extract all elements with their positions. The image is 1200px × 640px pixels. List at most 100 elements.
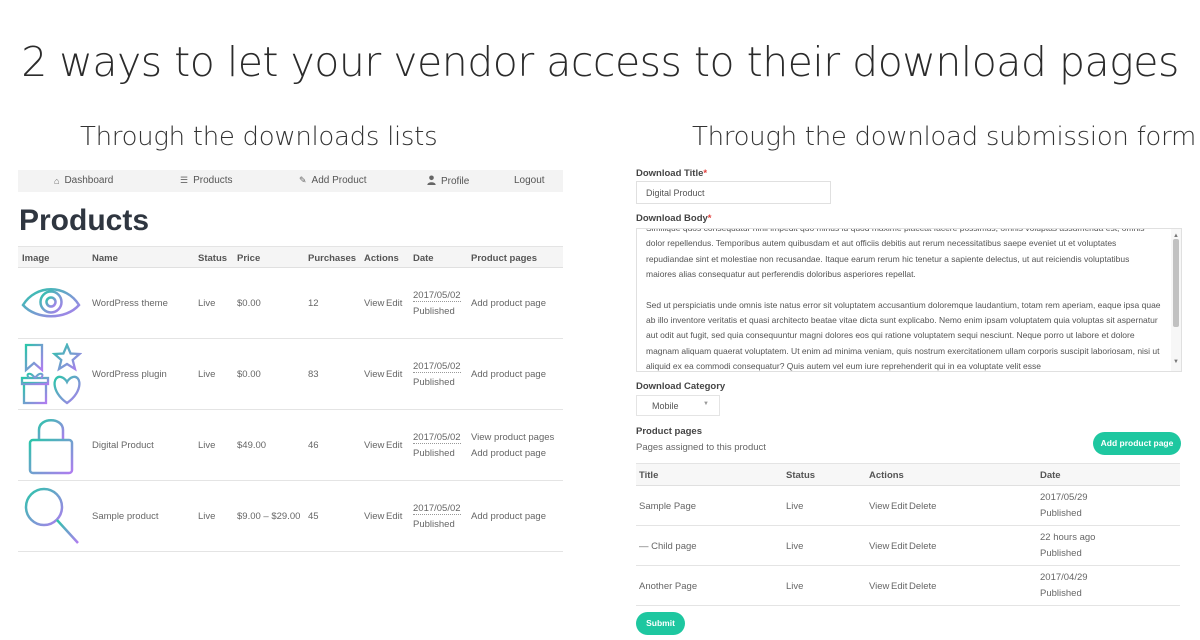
body-paragraph: Similique quos consequatur nihil impedit… (646, 228, 1145, 280)
product-purchases: 12 (308, 298, 319, 309)
download-title-input[interactable]: Digital Product (636, 181, 831, 204)
page-date: 22 hours ago (1040, 532, 1096, 543)
page-date: 2017/04/29 (1040, 572, 1088, 583)
product-price: $0.00 (237, 369, 261, 380)
product-pages-table: Title Status Actions Date Sample Page Li… (636, 463, 1180, 606)
body-text: Similique quos consequatur nihil impedit… (646, 228, 1161, 371)
submit-button[interactable]: Submit (636, 612, 685, 635)
nav-dashboard[interactable]: ⌂ Dashboard (54, 175, 113, 186)
nav-logout[interactable]: Logout (514, 175, 545, 186)
view-product-pages-link[interactable]: View product pages (471, 432, 554, 443)
download-body-label: Download Body* (636, 213, 711, 224)
col-name: Name (92, 253, 118, 264)
product-pages-label: Product pages (636, 426, 702, 437)
view-link[interactable]: View (364, 298, 384, 309)
scroll-thumb[interactable] (1173, 239, 1179, 327)
nav-label: Logout (514, 175, 545, 186)
delete-link[interactable]: Delete (909, 501, 936, 512)
product-date: 2017/05/02 (413, 361, 461, 373)
right-subtitle: Through the download submission form (692, 122, 1196, 152)
nav-label: Products (193, 175, 233, 186)
page-headline: 2 ways to let your vendor access to thei… (21, 38, 1179, 86)
product-name: WordPress plugin (92, 369, 167, 380)
product-purchases: 45 (308, 511, 319, 522)
nav-add-product[interactable]: ✎ Add Product (299, 175, 367, 186)
edit-link[interactable]: Edit (386, 369, 402, 380)
nav-products[interactable]: ☰ Products (180, 175, 233, 186)
products-heading: Products (19, 204, 150, 237)
edit-link[interactable]: Edit (386, 440, 402, 451)
table-row: Digital Product Live $49.00 46 View Edit… (18, 410, 563, 481)
product-status: Live (198, 511, 216, 522)
list-icon: ☰ (180, 175, 189, 185)
bookmark-star-gift-heart-icon (20, 342, 83, 405)
nav-label: Add Product (311, 175, 367, 186)
product-name: Digital Product (92, 440, 154, 451)
product-price: $0.00 (237, 298, 261, 309)
product-purchases: 83 (308, 369, 319, 380)
left-subtitle: Through the downloads lists (80, 122, 438, 152)
add-product-page-link[interactable]: Add product page (471, 511, 546, 522)
download-title-label: Download Title* (636, 168, 707, 179)
col-date: Date (413, 253, 434, 264)
nav-label: Dashboard (64, 175, 114, 186)
edit-link[interactable]: Edit (891, 501, 907, 512)
lock-icon (20, 414, 82, 476)
download-category-select[interactable]: Mobile ▼ (636, 395, 720, 416)
product-date-status: Published (413, 519, 455, 530)
page-status: Live (786, 501, 804, 512)
add-product-page-link[interactable]: Add product page (471, 298, 546, 309)
download-body-textarea[interactable]: Similique quos consequatur nihil impedit… (636, 228, 1182, 372)
view-link[interactable]: View (364, 511, 384, 522)
product-name: Sample product (92, 511, 159, 522)
col-purchases: Purchases (308, 253, 357, 264)
edit-link[interactable]: Edit (891, 541, 907, 552)
view-link[interactable]: View (364, 369, 384, 380)
page-status: Live (786, 541, 804, 552)
label-text: Download Body (636, 213, 708, 224)
view-link[interactable]: View (869, 541, 889, 552)
product-status: Live (198, 440, 216, 451)
product-date: 2017/05/02 (413, 432, 461, 444)
edit-link[interactable]: Edit (386, 298, 402, 309)
page-date-status: Published (1040, 508, 1082, 519)
add-product-page-link[interactable]: Add product page (471, 369, 546, 380)
col-title: Title (639, 470, 659, 481)
pencil-icon: ✎ (299, 175, 307, 185)
textarea-scrollbar[interactable]: ▲ ▼ (1171, 229, 1181, 371)
edit-link[interactable]: Edit (891, 581, 907, 592)
table-header: Title Status Actions Date (636, 463, 1180, 486)
add-product-page-link[interactable]: Add product page (471, 448, 546, 459)
table-row: WordPress theme Live $0.00 12 View Edit … (18, 268, 563, 339)
add-product-page-button[interactable]: Add product page (1093, 432, 1181, 455)
product-date-status: Published (413, 306, 455, 317)
col-actions: Actions (364, 253, 399, 264)
nav-profile[interactable]: Profile (427, 175, 469, 187)
delete-link[interactable]: Delete (909, 541, 936, 552)
page-date-status: Published (1040, 548, 1082, 559)
col-image: Image (22, 253, 50, 264)
table-row: Sample Page Live View Edit Delete 2017/0… (636, 486, 1180, 526)
view-link[interactable]: View (869, 581, 889, 592)
eye-icon (20, 272, 82, 334)
edit-link[interactable]: Edit (386, 511, 402, 522)
product-pages-note: Pages assigned to this product (636, 442, 766, 453)
page-date: 2017/05/29 (1040, 492, 1088, 503)
chevron-down-icon: ▼ (703, 401, 709, 407)
product-status: Live (198, 298, 216, 309)
view-link[interactable]: View (364, 440, 384, 451)
product-purchases: 46 (308, 440, 319, 451)
product-status: Live (198, 369, 216, 380)
product-date: 2017/05/02 (413, 503, 461, 515)
product-date: 2017/05/02 (413, 290, 461, 302)
download-category-label: Download Category (636, 381, 726, 392)
table-row: — Child page Live View Edit Delete 22 ho… (636, 526, 1180, 566)
product-price: $9.00 – $29.00 (237, 511, 301, 522)
scroll-down-icon[interactable]: ▼ (1173, 355, 1179, 370)
delete-link[interactable]: Delete (909, 581, 936, 592)
magnifier-icon (20, 485, 82, 547)
product-date-status: Published (413, 448, 455, 459)
col-price: Price (237, 253, 261, 264)
view-link[interactable]: View (869, 501, 889, 512)
page-title: Sample Page (639, 501, 697, 512)
